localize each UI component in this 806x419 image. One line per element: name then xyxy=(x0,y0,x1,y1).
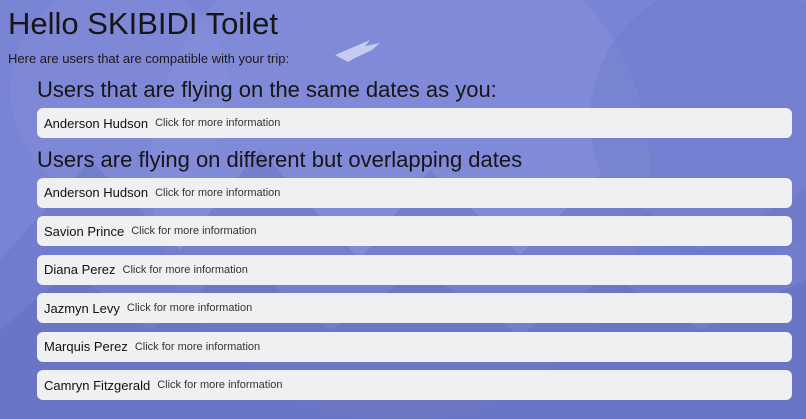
user-name: Anderson Hudson xyxy=(44,115,149,131)
overlapping-dates-heading: Users are flying on different but overla… xyxy=(37,146,523,172)
same-dates-heading: Users that are flying on the same dates … xyxy=(37,77,497,102)
user-name: Marquis Perez xyxy=(44,339,128,354)
more-info-link[interactable]: Click for more information xyxy=(155,117,280,129)
user-item-overlap-2[interactable]: Diana Perez Click for more information xyxy=(37,254,792,285)
same-dates-list: Anderson Hudson Click for more informati… xyxy=(8,108,798,138)
more-info-link[interactable]: Click for more information xyxy=(131,225,256,237)
overlapping-dates-list: Anderson Hudson Click for more informati… xyxy=(8,177,798,400)
user-name: Camryn Fitzgerald xyxy=(44,377,151,393)
more-info-link[interactable]: Click for more information xyxy=(157,379,282,391)
user-item-overlap-1[interactable]: Savion Prince Click for more information xyxy=(37,216,792,246)
user-item-overlap-0[interactable]: Anderson Hudson Click for more informati… xyxy=(37,177,792,208)
user-item-overlap-4[interactable]: Marquis Perez Click for more information xyxy=(37,331,792,362)
user-name: Anderson Hudson xyxy=(44,185,149,200)
user-name: Diana Perez xyxy=(44,262,116,277)
user-name: Savion Prince xyxy=(44,223,125,239)
user-item-overlap-5[interactable]: Camryn Fitzgerald Click for more informa… xyxy=(37,370,792,400)
user-item-same-0[interactable]: Anderson Hudson Click for more informati… xyxy=(37,108,792,138)
more-info-link[interactable]: Click for more information xyxy=(135,341,260,353)
page-subtitle: Here are users that are compatible with … xyxy=(8,51,290,66)
user-item-overlap-3[interactable]: Jazmyn Levy Click for more information xyxy=(37,293,792,323)
page-title: Hello SKIBIDI Toilet xyxy=(8,6,278,41)
more-info-link[interactable]: Click for more information xyxy=(127,302,252,314)
more-info-link[interactable]: Click for more information xyxy=(123,264,248,276)
user-name: Jazmyn Levy xyxy=(44,300,120,316)
more-info-link[interactable]: Click for more information xyxy=(155,187,280,199)
